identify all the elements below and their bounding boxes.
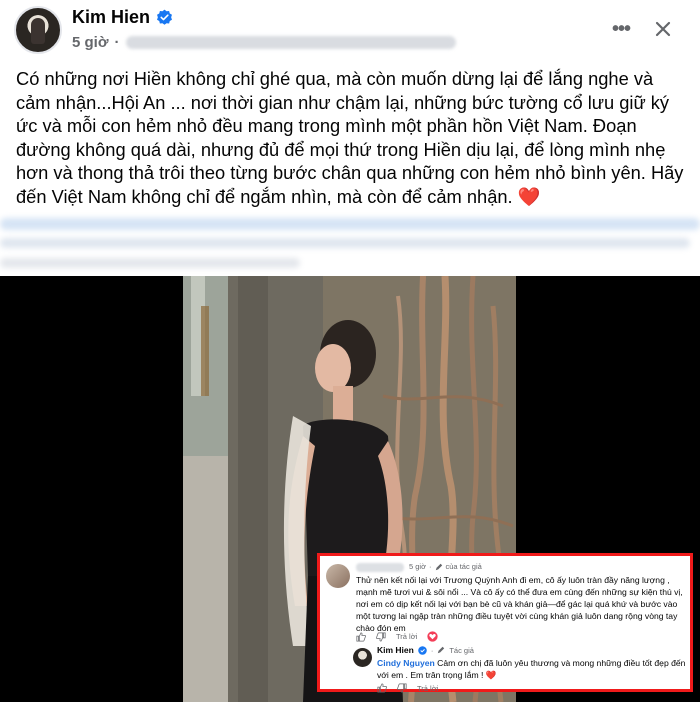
blurred-text-line xyxy=(0,218,700,230)
reply-mention[interactable]: Cindy Nguyen xyxy=(377,658,435,668)
close-icon xyxy=(655,21,671,37)
comment-author-tag: của tác giả xyxy=(445,562,482,571)
dislike-icon[interactable] xyxy=(376,631,386,642)
pencil-icon xyxy=(435,563,442,570)
verified-badge-icon xyxy=(157,9,172,25)
blurred-commenter-name xyxy=(356,563,404,572)
comment-time[interactable]: 5 giờ xyxy=(409,562,426,571)
love-reaction-icon[interactable] xyxy=(427,631,438,642)
highlighted-comments: 5 giờ · của tác giả Thử nên kết nối lại … xyxy=(317,553,693,693)
more-options-button[interactable]: ••• xyxy=(606,14,636,44)
post-header: Kim Hien 5 giờ · ••• xyxy=(0,0,700,60)
reply-author-avatar[interactable] xyxy=(353,648,372,667)
reply-name-row: Kim Hien · Tác giả xyxy=(377,645,474,655)
comment-text: Thử nên kết nối lại với Trương Quỳnh Anh… xyxy=(356,575,683,634)
post-media[interactable]: 5 giờ · của tác giả Thử nên kết nối lại … xyxy=(0,276,700,702)
blurred-text-line xyxy=(0,238,690,248)
comment-meta: 5 giờ · của tác giả xyxy=(409,562,482,571)
reply-reply-button[interactable]: Trả lời xyxy=(417,684,438,693)
reply-actions: Trả lời xyxy=(377,683,438,693)
author-avatar[interactable] xyxy=(14,6,62,54)
post-body-text: Có những nơi Hiền không chỉ ghé qua, mà … xyxy=(16,68,684,207)
blurred-text-line xyxy=(0,258,300,268)
post-meta: 5 giờ · xyxy=(72,34,456,51)
post-time[interactable]: 5 giờ xyxy=(72,34,109,51)
dislike-icon[interactable] xyxy=(397,683,407,693)
comment-sep: · xyxy=(429,562,432,571)
pencil-icon xyxy=(438,646,445,654)
heart-emoji: ❤️ xyxy=(517,185,541,207)
comment-actions: Trả lời xyxy=(356,631,438,642)
author-row: Kim Hien xyxy=(72,7,173,28)
meta-separator: · xyxy=(114,34,120,51)
post-body: Có những nơi Hiền không chỉ ghé qua, mà … xyxy=(16,67,692,209)
like-icon[interactable] xyxy=(377,683,387,693)
comment-reply-button[interactable]: Trả lời xyxy=(396,632,417,641)
blurred-audience xyxy=(125,36,456,49)
reply-author-tag: Tác giả xyxy=(449,645,474,655)
more-options-icon: ••• xyxy=(611,17,631,40)
reply-text: Cindy Nguyen Cảm ơn chị đã luôn yêu thươ… xyxy=(377,657,693,681)
close-button[interactable] xyxy=(646,12,680,46)
reply-sep: · xyxy=(430,645,434,655)
reply-heart-emoji: ❤️ xyxy=(485,670,497,680)
commenter-avatar[interactable] xyxy=(326,564,350,588)
reply-author-name[interactable]: Kim Hien xyxy=(377,645,414,655)
author-name[interactable]: Kim Hien xyxy=(72,7,150,28)
verified-badge-icon xyxy=(418,645,427,655)
like-icon[interactable] xyxy=(356,631,366,642)
